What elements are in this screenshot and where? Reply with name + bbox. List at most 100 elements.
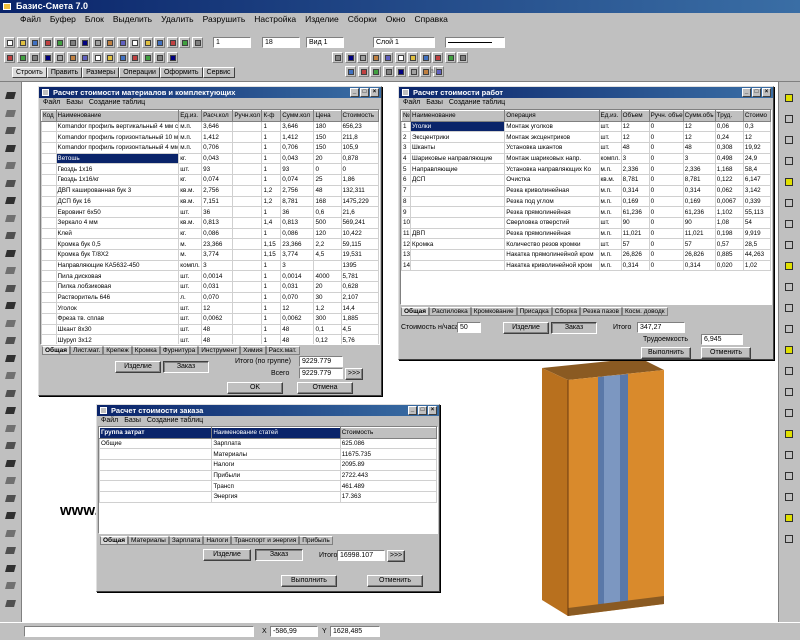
zoom-icon[interactable]: [116, 37, 128, 48]
polar-icon[interactable]: [782, 281, 796, 293]
minimize-icon[interactable]: _: [742, 88, 751, 97]
window-menu-item[interactable]: Базы: [426, 98, 443, 108]
save-icon[interactable]: [357, 66, 369, 77]
line-style-select[interactable]: [445, 37, 505, 48]
column-header[interactable]: Стоимо: [742, 110, 771, 122]
snap-center-icon[interactable]: [782, 344, 796, 356]
tab[interactable]: Общая: [401, 307, 430, 316]
column-header[interactable]: Ед.из.: [178, 110, 203, 122]
rect-tool-icon[interactable]: [4, 528, 18, 540]
table-row[interactable]: ДВП кашированная бук 3 кв.м. 2,756 1,2 2,756…: [41, 184, 379, 197]
menu-item[interactable]: Блок: [85, 13, 104, 26]
order-button[interactable]: Заказ: [163, 361, 209, 373]
box-tool-icon[interactable]: [4, 353, 18, 365]
cut-icon[interactable]: [104, 52, 115, 63]
table-row[interactable]: Зеркало 4 мм кв.м. 0,813 1,4 0,813 500 569,241: [41, 216, 379, 229]
table-row[interactable]: Налоги 2095.89: [99, 459, 437, 471]
tab[interactable]: Присадка: [516, 307, 552, 316]
snap-icon[interactable]: [41, 52, 53, 63]
text-tool-icon[interactable]: [4, 423, 18, 435]
window-menu-item[interactable]: Файл: [403, 98, 420, 108]
menu-item[interactable]: Файл: [20, 13, 41, 26]
mode-tab[interactable]: Операции: [119, 67, 160, 78]
table-row[interactable]: 2 Эксцентрики Монтаж эксцентриков шт. 12 0 12 0…: [401, 131, 771, 144]
table-row[interactable]: 6 ДСП Очистка кв.м. 8,781 0 8,781 0,122 6,147: [401, 174, 771, 186]
copy-icon[interactable]: [395, 66, 406, 77]
rect-tool-icon[interactable]: [4, 108, 18, 120]
mode-tab[interactable]: Сервис: [202, 67, 235, 78]
tab[interactable]: Инструмент: [198, 346, 241, 355]
line-tool-icon[interactable]: [4, 90, 18, 102]
save-icon[interactable]: [79, 52, 90, 63]
tab[interactable]: Кромка: [131, 346, 160, 355]
tab[interactable]: Фурнитура: [159, 346, 199, 355]
window-menu-item[interactable]: Базы: [66, 98, 83, 108]
column-header[interactable]: Сумм.объ: [682, 110, 716, 122]
menu-item[interactable]: Удалить: [161, 13, 193, 26]
print-icon[interactable]: [41, 37, 53, 48]
panel-tool-icon[interactable]: [4, 545, 18, 557]
snap-center-icon[interactable]: [782, 134, 796, 146]
rotate-icon[interactable]: [394, 52, 406, 63]
tab[interactable]: Налоги: [203, 536, 232, 545]
column-header[interactable]: Расч.кол: [201, 110, 234, 122]
column-header[interactable]: Стоимость: [339, 427, 437, 439]
menu-item[interactable]: Справка: [414, 13, 447, 26]
tab[interactable]: Крепеж: [103, 346, 132, 355]
column-header[interactable]: Труд.: [714, 110, 744, 122]
maximize-icon[interactable]: □: [418, 406, 427, 415]
block-tool-icon[interactable]: [4, 475, 18, 487]
column-header[interactable]: Операция: [504, 110, 600, 122]
table-row[interactable]: 4 Шариковые направляющие Монтаж шариковых …: [401, 152, 771, 165]
snap-end-icon[interactable]: [782, 512, 796, 524]
snap-end-icon[interactable]: [782, 92, 796, 104]
block-tool-icon[interactable]: [4, 265, 18, 277]
rotate-icon[interactable]: [191, 37, 203, 48]
column-header[interactable]: Ед.из.: [598, 110, 622, 122]
menu-item[interactable]: Буфер: [50, 13, 76, 26]
grid-snap-icon[interactable]: [782, 260, 796, 272]
snap-node-icon[interactable]: [782, 365, 796, 377]
snap-mid-icon[interactable]: [782, 323, 796, 335]
table-row[interactable]: Клей кг. 0,086 1 0,086 120 10,422: [41, 227, 379, 240]
window-menu-item[interactable]: Файл: [43, 98, 60, 108]
menu-item[interactable]: Настройка: [254, 13, 296, 26]
table-row[interactable]: 1 Уголки Монтаж уголков шт. 12 0 12 0,06 0,3: [401, 120, 771, 133]
print-icon[interactable]: [91, 52, 103, 63]
grid-snap-icon[interactable]: [782, 470, 796, 482]
cancel-button[interactable]: Отмена: [297, 382, 353, 394]
fill-tool-icon[interactable]: [4, 195, 18, 207]
close-icon[interactable]: ×: [762, 88, 771, 97]
pan-icon[interactable]: [332, 52, 343, 63]
redraw-icon[interactable]: [344, 52, 356, 63]
table-row[interactable]: 5 Направляющие Установка направляющих Ко м.…: [401, 163, 771, 176]
snap-perp-icon[interactable]: [782, 386, 796, 398]
hatch-tool-icon[interactable]: [4, 458, 18, 470]
copy-icon[interactable]: [116, 52, 128, 63]
tab[interactable]: Общая: [100, 536, 129, 545]
window-menu-item[interactable]: Создание таблиц: [449, 98, 505, 108]
table-row[interactable]: 9 Резка прямолинейная м.п. 61,236 0 61,236 1,1…: [401, 206, 771, 218]
copy-icon[interactable]: [66, 37, 78, 48]
box-tool-icon[interactable]: [4, 563, 18, 575]
arc-tool-icon[interactable]: [4, 580, 18, 592]
mode-tab[interactable]: Оформить: [159, 67, 203, 78]
item-button[interactable]: Изделие: [115, 361, 161, 373]
tab[interactable]: Лист.мат.: [70, 346, 104, 355]
table-row[interactable]: 10 Сверловка отверстий шт. 90 0 90 1,08 54: [401, 216, 771, 229]
move-icon[interactable]: [179, 37, 190, 48]
column-header[interactable]: Наименование: [55, 110, 180, 122]
cut-icon[interactable]: [54, 37, 65, 48]
combo-thickness[interactable]: 18: [262, 37, 300, 48]
cancel-button[interactable]: Отменить: [701, 347, 751, 359]
save-icon[interactable]: [29, 37, 40, 48]
tab[interactable]: Зарплата: [168, 536, 204, 545]
text-tool-icon[interactable]: [4, 213, 18, 225]
paste-icon[interactable]: [407, 66, 419, 77]
paste-icon[interactable]: [129, 52, 140, 63]
dim-tool-icon[interactable]: [4, 230, 18, 242]
table-row[interactable]: Шкант 8х30 шт. 48 1 48 0,1 4,5: [41, 323, 379, 336]
window-menu-item[interactable]: Создание таблиц: [89, 98, 145, 108]
more-button[interactable]: >>>: [345, 368, 363, 380]
snap-tangent-icon[interactable]: [782, 197, 796, 209]
